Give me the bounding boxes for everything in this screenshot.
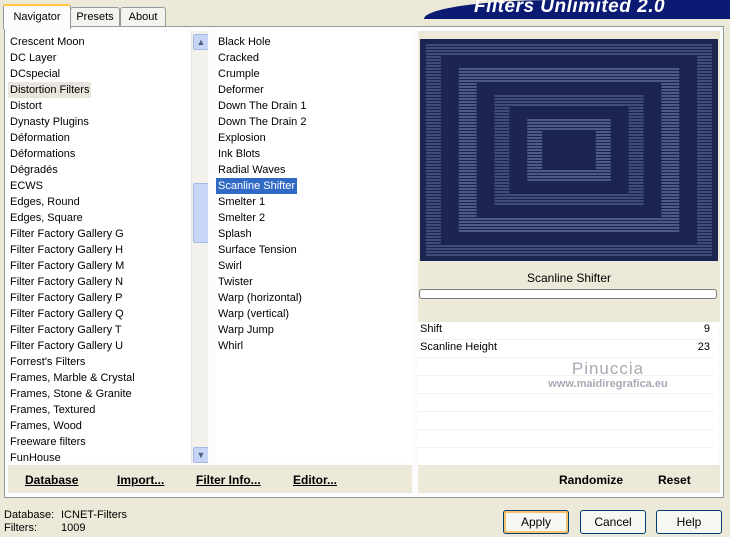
- filter-name-label: Scanline Shifter: [526, 271, 612, 285]
- app-title: Filters Unlimited 2.0: [474, 0, 666, 17]
- filter-info-button[interactable]: Filter Info...: [196, 473, 261, 487]
- preview-image: [420, 39, 718, 261]
- param-value[interactable]: 23: [698, 341, 710, 353]
- category-item[interactable]: Filter Factory Gallery N: [8, 274, 125, 290]
- category-item[interactable]: Frames, Wood: [8, 418, 84, 434]
- filter-item[interactable]: Splash: [216, 226, 254, 242]
- category-item[interactable]: Filter Factory Gallery U: [8, 338, 125, 354]
- filter-item[interactable]: Crumple: [216, 66, 262, 82]
- reset-button[interactable]: Reset: [658, 473, 691, 487]
- category-scrollbar[interactable]: ▲ ▼: [191, 31, 208, 463]
- category-item[interactable]: Filter Factory Gallery T: [8, 322, 124, 338]
- category-item[interactable]: Frames, Textured: [8, 402, 97, 418]
- database-button[interactable]: Database: [25, 473, 78, 487]
- cancel-button[interactable]: Cancel: [580, 510, 646, 534]
- right-toolbar: Randomize Reset: [418, 465, 720, 493]
- filter-item[interactable]: Surface Tension: [216, 242, 299, 258]
- app-banner: Filters Unlimited 2.0: [424, 0, 730, 19]
- filter-item[interactable]: Swirl: [216, 258, 244, 274]
- param-row[interactable]: Shift 9: [418, 322, 714, 340]
- category-item[interactable]: Freeware filters: [8, 434, 88, 450]
- progress-bar: [419, 289, 717, 299]
- category-item[interactable]: DC Layer: [8, 50, 58, 66]
- tab-about[interactable]: About: [120, 7, 166, 27]
- filter-item[interactable]: Down The Drain 2: [216, 114, 308, 130]
- category-item[interactable]: Distortion Filters: [8, 82, 92, 98]
- filter-item[interactable]: Warp (horizontal): [216, 290, 304, 306]
- filter-item[interactable]: Down The Drain 1: [216, 98, 308, 114]
- category-item[interactable]: Frames, Stone & Granite: [8, 386, 134, 402]
- filter-item[interactable]: Explosion: [216, 130, 268, 146]
- filter-item[interactable]: Whirl: [216, 338, 245, 354]
- scroll-down-icon[interactable]: ▼: [193, 447, 208, 463]
- category-item[interactable]: FunHouse: [8, 450, 63, 463]
- editor-button[interactable]: Editor...: [293, 473, 337, 487]
- category-item[interactable]: Filter Factory Gallery M: [8, 258, 126, 274]
- category-item[interactable]: Déformation: [8, 130, 72, 146]
- param-label: Scanline Height: [420, 341, 498, 353]
- import-button[interactable]: Import...: [117, 473, 164, 487]
- param-row-empty: [418, 394, 714, 412]
- filter-name-bar: Scanline Shifter: [418, 264, 720, 322]
- category-item[interactable]: Filter Factory Gallery Q: [8, 306, 126, 322]
- category-item[interactable]: Edges, Round: [8, 194, 82, 210]
- category-item[interactable]: Edges, Square: [8, 210, 85, 226]
- filter-item[interactable]: Warp Jump: [216, 322, 276, 338]
- left-toolbar: Database Import... Filter Info... Editor…: [8, 465, 412, 493]
- tab-navigator[interactable]: Navigator: [3, 4, 71, 29]
- filter-item[interactable]: Smelter 2: [216, 210, 267, 226]
- category-item[interactable]: ECWS: [8, 178, 45, 194]
- category-item[interactable]: Dégradés: [8, 162, 60, 178]
- status-filters-value: 1009: [61, 522, 86, 534]
- apply-button[interactable]: Apply: [503, 510, 569, 534]
- randomize-button[interactable]: Randomize: [559, 473, 623, 487]
- filter-item[interactable]: Warp (vertical): [216, 306, 291, 322]
- filter-item[interactable]: Twister: [216, 274, 255, 290]
- scroll-up-icon[interactable]: ▲: [193, 34, 208, 50]
- filter-item[interactable]: Cracked: [216, 50, 261, 66]
- filter-item[interactable]: Radial Waves: [216, 162, 287, 178]
- filter-item[interactable]: Scanline Shifter: [216, 178, 298, 194]
- category-list[interactable]: Crescent Moon DC Layer DCspecial Distortion…: [8, 31, 208, 463]
- filter-item[interactable]: Black Hole: [216, 34, 273, 50]
- help-button[interactable]: Help: [656, 510, 722, 534]
- category-item[interactable]: Dynasty Plugins: [8, 114, 91, 130]
- category-item[interactable]: Distort: [8, 98, 44, 114]
- status-database-value: ICNET-Filters: [61, 509, 127, 521]
- filter-list[interactable]: Black Hole Cracked Crumple Deformer Down The…: [216, 31, 412, 463]
- param-row[interactable]: Scanline Height 23: [418, 340, 714, 358]
- category-item[interactable]: Frames, Marble & Crystal: [8, 370, 137, 386]
- param-row-empty: [418, 412, 714, 430]
- param-row-empty: [418, 448, 714, 466]
- watermark: Pinuccia www.maidiregrafica.eu: [548, 359, 668, 390]
- param-label: Shift: [420, 323, 443, 335]
- status-database-label: Database:: [4, 509, 55, 521]
- tab-presets[interactable]: Presets: [70, 7, 120, 27]
- category-item[interactable]: Crescent Moon: [8, 34, 87, 50]
- category-item[interactable]: Forrest's Filters: [8, 354, 87, 370]
- category-item[interactable]: Filter Factory Gallery H: [8, 242, 125, 258]
- filter-item[interactable]: Deformer: [216, 82, 266, 98]
- filter-item[interactable]: Ink Blots: [216, 146, 262, 162]
- parameter-table: Shift 9 Scanline Height 23 Pinuccia www.mai…: [418, 322, 718, 466]
- preview-frame: [418, 31, 720, 264]
- param-value[interactable]: 9: [704, 323, 710, 335]
- status-filters-label: Filters:: [4, 522, 37, 534]
- category-item[interactable]: Déformations: [8, 146, 77, 162]
- category-item[interactable]: DCspecial: [8, 66, 62, 82]
- navigator-panel: Crescent Moon DC Layer DCspecial Distortion…: [4, 26, 724, 498]
- filter-item[interactable]: Smelter 1: [216, 194, 267, 210]
- category-item[interactable]: Filter Factory Gallery P: [8, 290, 124, 306]
- category-item[interactable]: Filter Factory Gallery G: [8, 226, 126, 242]
- scroll-thumb[interactable]: [193, 183, 208, 243]
- param-row-empty: [418, 430, 714, 448]
